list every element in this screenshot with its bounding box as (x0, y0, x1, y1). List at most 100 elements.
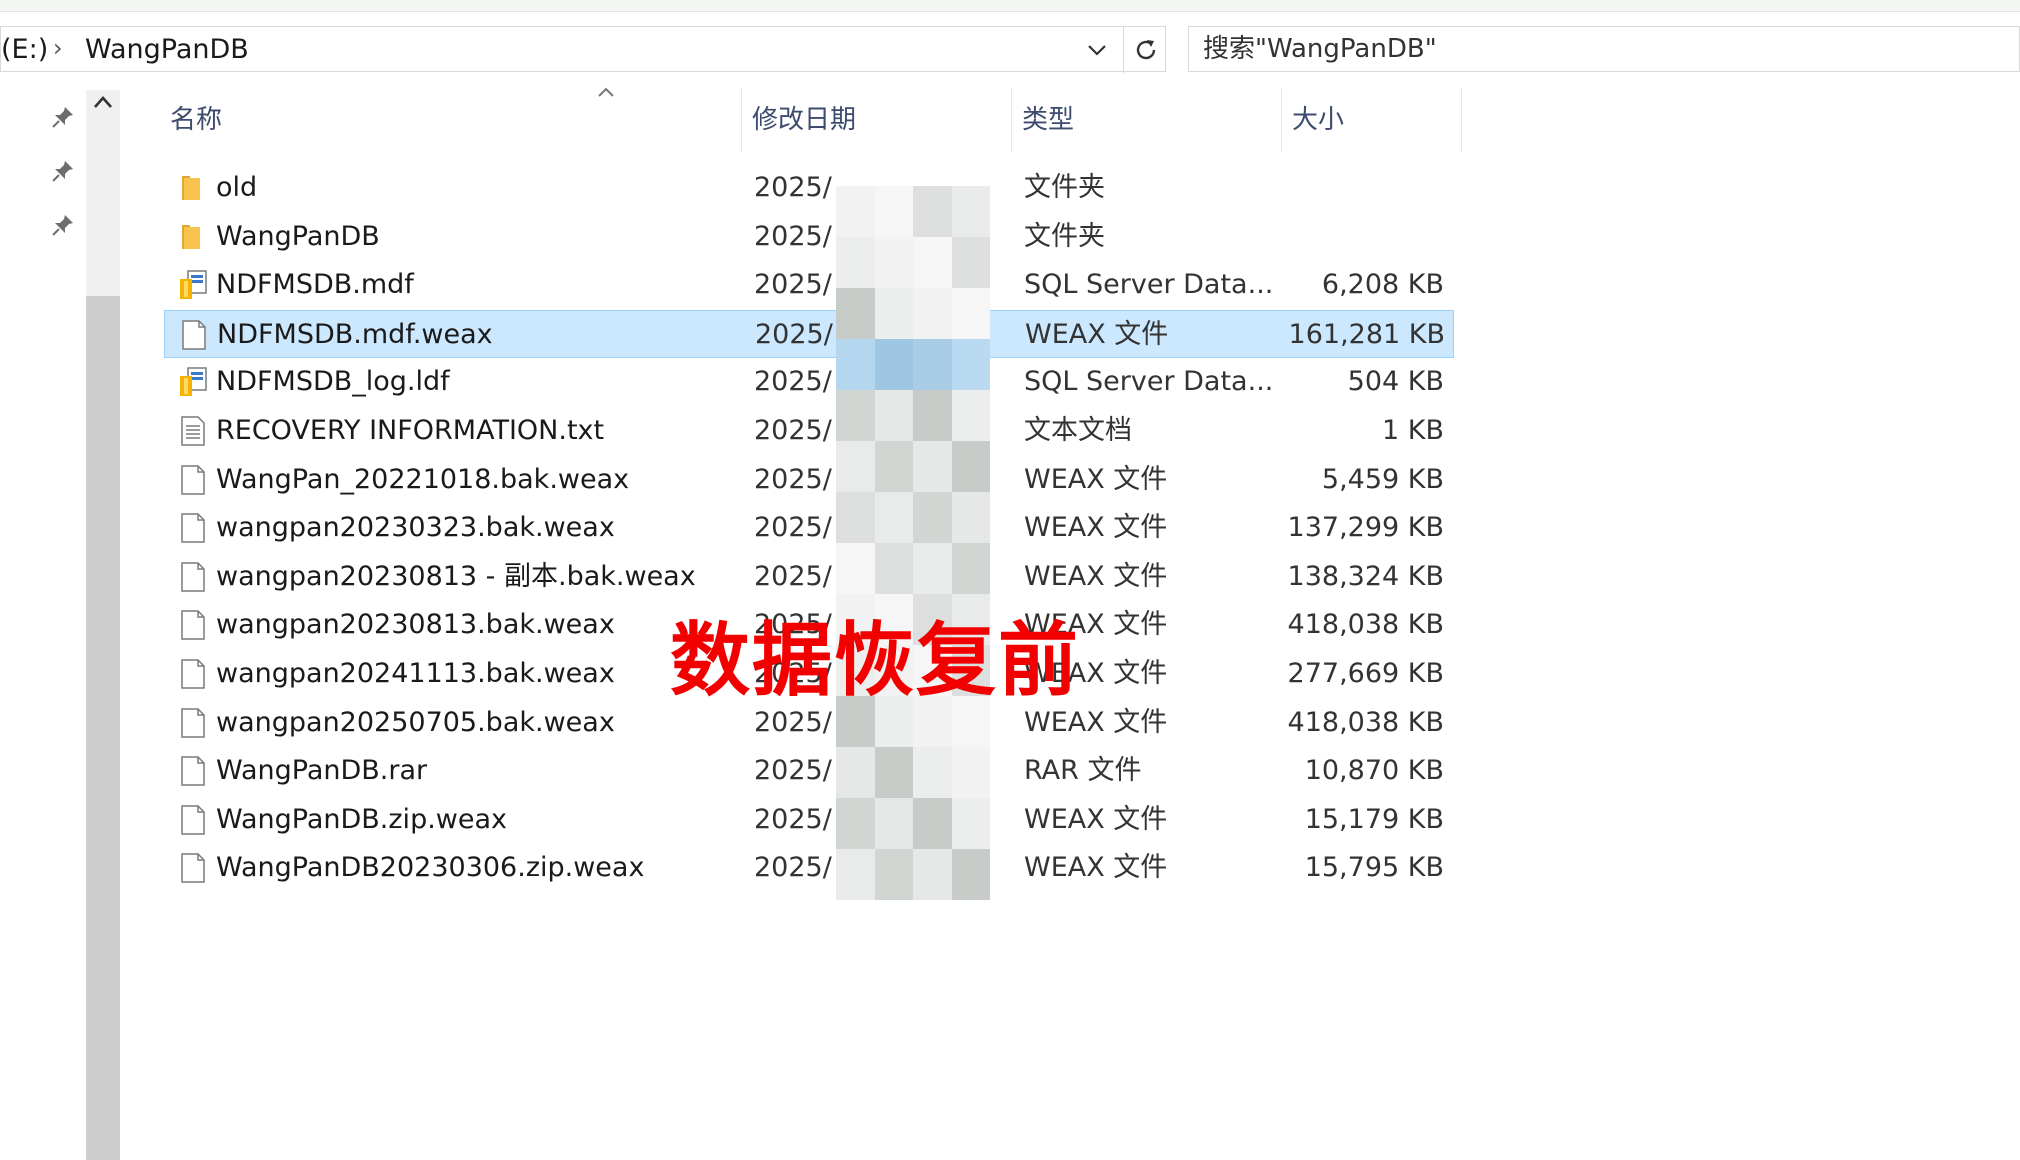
scroll-up-arrow-icon[interactable] (88, 92, 118, 118)
mosaic-tile (874, 237, 913, 288)
column-header-date[interactable]: 修改日期 (742, 88, 1012, 152)
mosaic-tile (836, 339, 875, 390)
database-file-icon (178, 269, 208, 301)
mosaic-tile (951, 747, 990, 798)
file-row[interactable]: WangPan_20221018.bak.weax 2025/WEAX 文件 5,4… (164, 456, 1454, 504)
search-input[interactable] (1203, 33, 2003, 65)
mosaic-tile (951, 492, 990, 543)
mosaic-tile (836, 849, 875, 900)
mosaic-tile (874, 747, 913, 798)
file-date: 2025/ (754, 803, 832, 835)
mosaic-tile (874, 186, 913, 237)
mosaic-tile (913, 186, 952, 237)
mosaic-tile (951, 237, 990, 288)
redaction-mosaic (836, 186, 990, 900)
file-row[interactable]: RECOVERY INFORMATION.txt 2025/文本文档 1 KB (164, 407, 1454, 455)
file-name: WangPanDB.rar (216, 755, 428, 787)
file-date: 2025/ (754, 366, 832, 398)
file-date: 2025/ (755, 318, 833, 350)
file-size: 15,179 KB (1304, 803, 1444, 835)
file-name: WangPanDB (216, 220, 380, 252)
file-name: WangPan_20221018.bak.weax (216, 463, 630, 495)
mosaic-tile (913, 339, 952, 390)
address-bar[interactable]: (E:) › WangPanDB (0, 26, 1167, 73)
file-size: 418,038 KB (1287, 609, 1444, 641)
mosaic-tile (836, 390, 875, 441)
folder-icon (178, 221, 208, 253)
mosaic-tile (836, 492, 875, 543)
file-row[interactable]: NDFMSDB.mdf.weax 2025/WEAX 文件 161,281 KB (164, 309, 1454, 358)
mosaic-tile (951, 288, 990, 339)
column-header-size[interactable]: 大小 (1282, 88, 1462, 152)
file-size: 504 KB (1347, 366, 1444, 398)
column-header-name[interactable]: 名称 (160, 88, 742, 152)
mosaic-tile (913, 543, 952, 594)
file-date: 2025/ (754, 852, 832, 884)
breadcrumb-folder[interactable]: WangPanDB (85, 35, 249, 65)
file-row[interactable]: wangpan20230323.bak.weax 2025/WEAX 文件 137,… (164, 504, 1454, 552)
refresh-icon (1136, 40, 1155, 60)
blank-file-icon (178, 609, 208, 641)
file-type: WEAX 文件 (1024, 803, 1168, 835)
mosaic-tile (874, 288, 913, 339)
mosaic-tile (836, 288, 875, 339)
file-date: 2025/ (754, 560, 832, 592)
breadcrumb-separator-icon[interactable]: › (53, 33, 63, 63)
file-type: SQL Server Data... (1024, 366, 1274, 398)
mosaic-tile (874, 798, 913, 849)
file-date: 2025/ (754, 415, 832, 446)
file-size: 15,795 KB (1304, 852, 1444, 884)
file-type: WEAX 文件 (1024, 512, 1168, 544)
file-type: 文件夹 (1024, 220, 1105, 252)
blank-file-icon (178, 755, 208, 787)
refresh-button[interactable] (1123, 27, 1167, 73)
mosaic-tile (874, 441, 913, 492)
blank-file-icon (178, 852, 208, 884)
breadcrumb-drive[interactable]: (E:) (1, 35, 48, 65)
file-size: 137,299 KB (1287, 512, 1444, 544)
file-row[interactable]: WangPanDB.rar 2025/RAR 文件 10,870 KB (164, 747, 1454, 795)
column-header-row: 名称 修改日期 类型 大小 (160, 87, 1462, 152)
blank-file-icon (178, 512, 208, 544)
file-name: NDFMSDB.mdf.weax (217, 318, 493, 350)
file-row[interactable]: WangPanDB20230306.zip.weax 2025/WEAX 文件 15… (164, 844, 1454, 892)
file-type: WEAX 文件 (1024, 463, 1168, 495)
window-top-strip (0, 0, 2020, 12)
navigation-scrollbar-thumb[interactable] (86, 296, 120, 1160)
address-history-dropdown-icon[interactable] (1079, 35, 1115, 65)
pin-icon[interactable] (50, 104, 76, 130)
blank-file-icon (178, 804, 208, 836)
file-row[interactable]: NDFMSDB_log.ldf 2025/SQL Server Data... 50… (164, 358, 1454, 406)
file-size (1274, 164, 1444, 212)
navigation-pane (0, 90, 84, 1160)
mosaic-tile (951, 390, 990, 441)
file-row[interactable]: wangpan20230813 - 副本.bak.weax 2025/WEAX 文… (164, 553, 1454, 601)
file-name: old (216, 172, 258, 203)
file-size: 138,324 KB (1287, 560, 1444, 592)
mosaic-tile (874, 849, 913, 900)
file-size (1274, 213, 1444, 261)
file-row[interactable]: NDFMSDB.mdf 2025/SQL Server Data... 6,208 … (164, 261, 1454, 309)
mosaic-tile (951, 849, 990, 900)
file-size: 5,459 KB (1321, 463, 1444, 495)
file-row[interactable]: WangPanDB 2025/文件夹 (164, 213, 1454, 261)
mosaic-tile (951, 186, 990, 237)
mosaic-tile (874, 543, 913, 594)
file-size: 418,038 KB (1287, 706, 1444, 738)
file-name: wangpan20230323.bak.weax (216, 512, 615, 544)
pin-icon[interactable] (50, 212, 76, 238)
file-row[interactable]: WangPanDB.zip.weax 2025/WEAX 文件 15,179 KB (164, 796, 1454, 844)
mosaic-tile (913, 288, 952, 339)
mosaic-tile (951, 798, 990, 849)
column-header-type[interactable]: 类型 (1012, 88, 1282, 152)
file-name: RECOVERY INFORMATION.txt (216, 415, 605, 446)
pin-icon[interactable] (50, 158, 76, 184)
before-recovery-label: 数据恢复前 (670, 613, 1080, 707)
mosaic-tile (836, 798, 875, 849)
mosaic-tile (913, 492, 952, 543)
file-name: NDFMSDB.mdf (216, 269, 414, 301)
file-row[interactable]: old 2025/文件夹 (164, 164, 1454, 212)
search-box[interactable] (1188, 26, 2020, 72)
mosaic-tile (951, 543, 990, 594)
file-date: 2025/ (754, 220, 832, 252)
